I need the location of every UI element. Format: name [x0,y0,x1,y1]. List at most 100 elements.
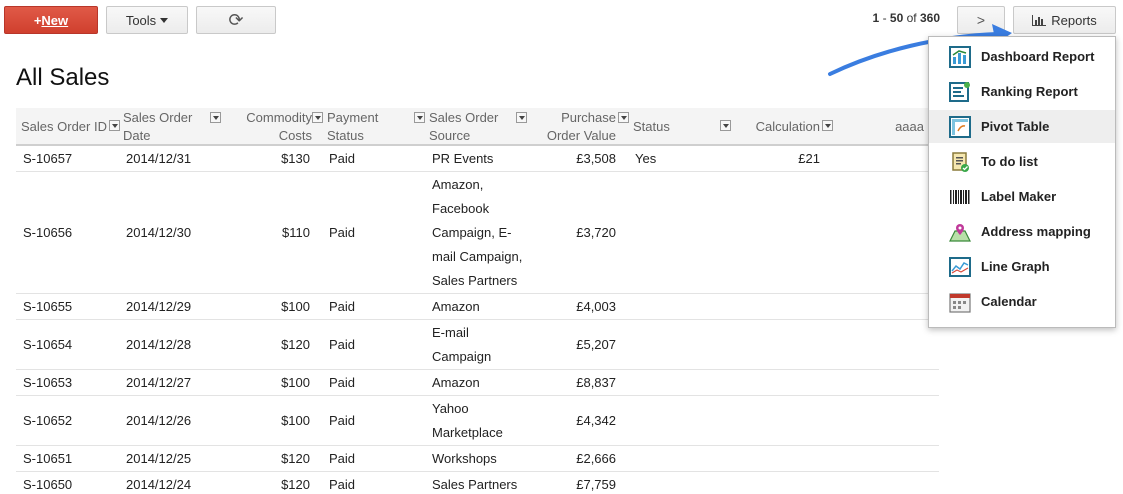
page-title: All Sales [16,64,110,91]
table-row[interactable]: S-10650 2014/12/24 $120 Paid £7,759 Sales Par… [16,472,939,494]
todo-list-icon [949,151,971,173]
filter-dropdown-icon[interactable] [720,120,731,131]
column-header-calculation[interactable]: Calculation [736,108,820,146]
column-header-label: Source [429,128,471,143]
cell-order-date: 2014/12/26 [126,413,192,428]
cell-commodity-costs: $100 [281,413,310,428]
cell-order-id: S-10651 [23,451,73,466]
cell-order-source-line: Sales Partners [432,273,518,288]
cell-order-id: S-10657 [23,151,73,166]
menu-item-label: Label Maker [981,189,1057,204]
table-row[interactable]: S-10654 2014/12/28 $120 Paid £5,207 E-mail Cam… [16,320,939,370]
cell-status: Yes [635,151,657,166]
table-row[interactable]: S-10653 2014/12/27 $100 Paid £8,837 Amazon [16,370,939,396]
menu-item-dashboard-report[interactable]: Dashboard Report [929,40,1115,73]
cell-order-source-line: Facebook [432,201,490,216]
menu-item-line-graph[interactable]: Line Graph [929,250,1115,283]
menu-item-label: Pivot Table [981,119,1050,134]
reports-button[interactable]: Reports [1013,6,1116,34]
cell-payment-status: Paid [329,299,356,314]
table-row[interactable]: S-10656 2014/12/30 $110 Paid £3,720 Amazon, Fa… [16,172,939,294]
refresh-icon: ⟳ [228,9,244,30]
cell-order-id: S-10653 [23,375,73,390]
cell-payment-status: Paid [329,477,356,492]
column-header-purchase-order-value[interactable]: Purchase Order Value [526,108,616,146]
column-header-order-date[interactable]: Sales Order Date [123,108,213,146]
column-header-commodity-costs[interactable]: Commodity Costs [236,108,312,146]
menu-item-label: Calendar [981,294,1037,309]
cell-order-source-line: Sales Partners [432,477,518,492]
cell-commodity-costs: $130 [281,151,310,166]
cell-order-date: 2014/12/30 [126,225,192,240]
cell-order-source-line: Amazon [432,299,480,314]
menu-item-pivot-table[interactable]: Pivot Table [929,110,1115,143]
new-button-label: New [41,12,69,28]
cell-order-source-line: Campaign [432,349,492,364]
new-button[interactable]: + New [4,6,98,34]
cell-payment-status: Paid [329,451,356,466]
menu-item-label: Ranking Report [981,84,1078,99]
cell-payment-status: Paid [329,337,356,352]
menu-item-ranking-report[interactable]: Ranking Report [929,75,1115,108]
cell-order-date: 2014/12/24 [126,477,192,492]
filter-dropdown-icon[interactable] [109,120,120,131]
column-header-payment-status[interactable]: Payment Status [327,108,407,146]
cell-purchase-order-value: £3,720 [576,225,616,240]
column-header-label: Payment [327,110,379,125]
tools-button-label: Tools [125,12,157,28]
reports-button-label: Reports [1051,12,1097,28]
refresh-button[interactable]: ⟳ [196,6,276,34]
cell-order-source-line: PR Events [432,151,494,166]
cell-order-date: 2014/12/25 [126,451,192,466]
column-header-label: Sales Order [429,110,499,125]
column-header-label: Order Value [546,128,616,143]
column-header-order-id[interactable]: Sales Order ID [21,108,121,146]
filter-dropdown-icon[interactable] [618,112,629,123]
cell-purchase-order-value: £5,207 [576,337,616,352]
bar-chart-icon [1032,14,1047,26]
cell-order-id: S-10655 [23,299,73,314]
column-header-label: Commodity [246,110,312,125]
filter-dropdown-icon[interactable] [822,120,833,131]
cell-order-source-line: Marketplace [432,425,503,440]
filter-dropdown-icon[interactable] [210,112,221,123]
caret-down-icon [160,17,169,23]
column-header-label: Costs [278,128,312,143]
menu-item-address-mapping[interactable]: Address mapping [929,215,1115,248]
line-graph-icon [949,256,971,278]
table-header: Sales Order ID Sales Order Date Commodit… [16,108,939,146]
column-header-order-source[interactable]: Sales Order Source [429,108,519,146]
barcode-icon [949,186,971,208]
column-header-aaaa[interactable]: aaaa [876,108,924,146]
cell-purchase-order-value: £4,003 [576,299,616,314]
table-row[interactable]: S-10651 2014/12/25 $120 Paid £2,666 Workshops [16,446,939,472]
cell-order-source-line: Campaign, E- [432,225,512,240]
menu-item-calendar[interactable]: Calendar [929,285,1115,318]
pivot-table-icon [949,115,971,138]
table-row[interactable]: S-10657 2014/12/31 $130 Paid £3,508 Yes £21 PR … [16,146,939,172]
cell-commodity-costs: $100 [281,375,310,390]
cell-purchase-order-value: £8,837 [576,375,616,390]
cell-order-date: 2014/12/29 [126,299,192,314]
cell-order-source-line: E-mail [432,325,469,340]
column-header-label: Status [327,128,364,143]
table-row[interactable]: S-10652 2014/12/26 $100 Paid £4,342 Yahoo Mark… [16,396,939,446]
menu-item-to-do-list[interactable]: To do list [929,145,1115,178]
column-header-status[interactable]: Status [633,108,693,146]
cell-purchase-order-value: £4,342 [576,413,616,428]
filter-dropdown-icon[interactable] [312,112,323,123]
column-header-label: Date [123,128,151,143]
map-pin-icon [949,221,971,243]
table-row[interactable]: S-10655 2014/12/29 $100 Paid £4,003 Amazon [16,294,939,320]
cell-order-source-line: Yahoo [432,401,469,416]
menu-item-label-maker[interactable]: Label Maker [929,180,1115,213]
cell-calculation: £21 [798,151,820,166]
filter-dropdown-icon[interactable] [414,112,425,123]
dashboard-report-icon [949,45,971,68]
tools-button[interactable]: Tools [106,6,188,34]
column-header-label: Sales Order ID [21,119,107,134]
cell-commodity-costs: $120 [281,477,310,492]
column-header-label: Calculation [755,119,820,134]
cell-order-source-line: Amazon [432,375,480,390]
column-header-label: Purchase [561,110,616,125]
